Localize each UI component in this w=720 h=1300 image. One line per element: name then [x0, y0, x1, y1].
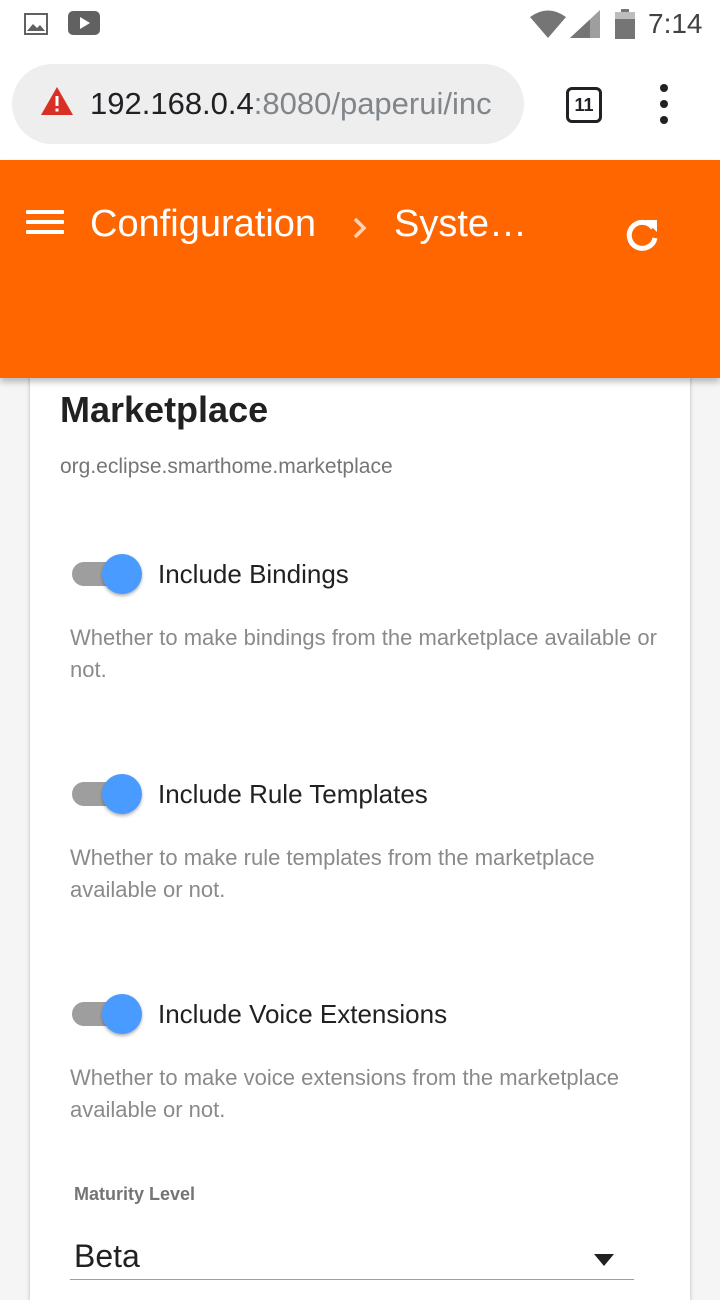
include-bindings-description: Whether to make bindings from the market…	[70, 625, 657, 682]
url-host: 192.168.0.4	[90, 86, 254, 121]
maturity-level-label: Maturity Level	[74, 1184, 196, 1204]
url-path: :8080/paperui/inc	[253, 86, 492, 121]
battery-icon	[615, 9, 635, 39]
image-icon	[24, 13, 48, 35]
status-bar: 7:14	[0, 0, 720, 48]
include-rule-templates-description: Whether to make rule templates from the …	[70, 845, 595, 902]
app-header: Configuration Syste…	[0, 160, 720, 378]
youtube-icon	[68, 11, 100, 35]
include-bindings-toggle[interactable]	[72, 554, 142, 594]
wifi-icon	[530, 10, 566, 38]
browser-menu-icon[interactable]	[652, 84, 676, 124]
status-time: 7:14	[648, 8, 703, 39]
warning-icon[interactable]	[40, 86, 74, 116]
maturity-level-value: Beta	[74, 1238, 140, 1274]
include-rule-templates-toggle[interactable]	[72, 774, 142, 814]
include-bindings-label[interactable]: Include Bindings	[158, 556, 349, 592]
refresh-icon[interactable]	[622, 216, 662, 256]
address-bar[interactable]: 192.168.0.4:8080/paperui/inc	[12, 64, 524, 144]
breadcrumb-current: Syste…	[394, 203, 528, 245]
tab-count: 11	[574, 94, 594, 115]
card-subtitle: org.eclipse.smarthome.marketplace	[60, 455, 393, 478]
signal-icon	[570, 10, 600, 38]
url-text[interactable]: 192.168.0.4:8080/paperui/inc	[90, 84, 510, 124]
chevron-right-icon	[353, 217, 367, 239]
dropdown-arrow-icon	[594, 1254, 614, 1266]
hamburger-menu-icon[interactable]	[26, 210, 64, 234]
breadcrumb-configuration[interactable]: Configuration	[90, 200, 316, 248]
include-voice-extensions-toggle[interactable]	[72, 994, 142, 1034]
include-voice-extensions-description: Whether to make voice extensions from th…	[70, 1065, 620, 1122]
include-voice-extensions-label[interactable]: Include Voice Extensions	[158, 996, 447, 1032]
browser-toolbar: 192.168.0.4:8080/paperui/inc 11	[0, 48, 720, 160]
config-card: Marketplace org.eclipse.smarthome.market…	[30, 340, 690, 1300]
include-rule-templates-label[interactable]: Include Rule Templates	[158, 776, 428, 812]
card-title: Marketplace	[60, 389, 269, 430]
tab-switcher-button[interactable]: 11	[566, 87, 602, 123]
maturity-level-select[interactable]: Beta	[70, 1234, 634, 1280]
